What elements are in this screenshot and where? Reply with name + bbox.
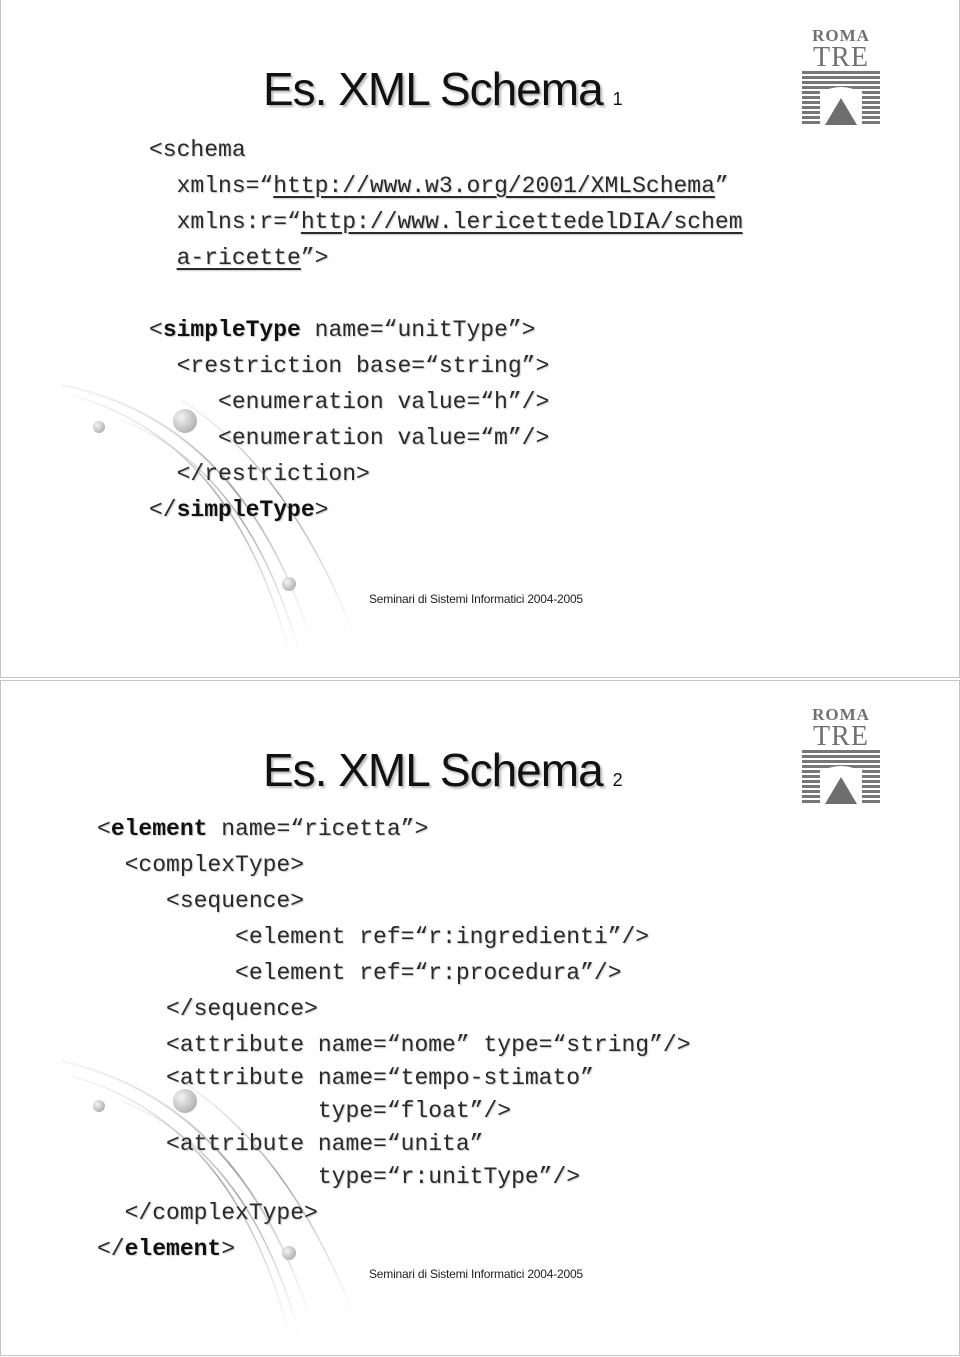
code-url: http://www.lericettedelDIA/schem — [300, 209, 743, 235]
code-line: xmlns:r=“http://www.lericettedelDIA/sche… — [149, 204, 743, 240]
code-text: <element ref=“r:ingredienti”/> — [235, 924, 650, 950]
code-line: </element> — [97, 1231, 691, 1267]
roma-tre-logo: ROMA TRE — [802, 26, 880, 125]
code-block: <schema xmlns=“http://www.w3.org/2001/XM… — [149, 132, 743, 528]
slide-title: Es. XML Schema 2 — [263, 743, 623, 797]
code-text: > — [314, 497, 329, 523]
code-line: <element name=“ricetta”> — [97, 811, 691, 847]
code-line: </simpleType> — [149, 492, 743, 528]
logo-text-tre: TRE — [813, 42, 869, 73]
code-url: a-ricette — [176, 245, 301, 271]
code-line: <sequence> — [97, 883, 691, 919]
code-text: <enumeration value=“m”/> — [218, 425, 550, 451]
code-line: </sequence> — [97, 991, 691, 1027]
code-keyword: element — [124, 1236, 222, 1262]
code-text: <attribute name=“nome” type=“string”/> — [166, 1032, 691, 1058]
code-block: <element name=“ricetta”> <complexType> <… — [97, 811, 691, 1267]
code-text: name=“ricetta”> — [207, 816, 429, 842]
code-text: <schema — [149, 137, 246, 163]
code-text: type=“r:unitType”/> — [317, 1164, 581, 1190]
code-line: <element ref=“r:ingredienti”/> — [97, 919, 691, 955]
slide-title: Es. XML Schema 1 — [263, 62, 623, 116]
code-text: <sequence> — [166, 888, 305, 914]
code-line: <attribute name=“tempo-stimato” — [97, 1063, 691, 1093]
code-text: </complexType> — [124, 1200, 318, 1226]
slide-footer: Seminari di Sistemi Informatici 2004-200… — [369, 592, 583, 606]
code-text: ” — [714, 173, 729, 199]
code-line: <complexType> — [97, 847, 691, 883]
code-line: </complexType> — [97, 1195, 691, 1231]
ball — [282, 577, 296, 591]
code-text: ”> — [300, 245, 329, 271]
slide-footer: Seminari di Sistemi Informatici 2004-200… — [369, 1267, 583, 1281]
code-line: type=“float”/> — [97, 1093, 691, 1129]
code-text: <complexType> — [124, 852, 305, 878]
logo-triangle — [825, 98, 857, 125]
code-line: <simpleType name=“unitType”> — [149, 312, 743, 348]
code-text: < — [97, 816, 111, 842]
code-keyword: element — [110, 816, 208, 842]
logo-text-tre: TRE — [813, 721, 869, 752]
slide-number: 2 — [612, 770, 623, 790]
code-url: http://www.w3.org/2001/XMLSchema — [273, 173, 715, 199]
code-text: xmlns:r=“ — [176, 209, 301, 235]
code-line: type=“r:unitType”/> — [97, 1159, 691, 1195]
logo-triangle — [825, 777, 857, 804]
code-line: </restriction> — [149, 456, 743, 492]
slide-title-text: Es. XML Schema — [263, 63, 604, 115]
slide-number: 1 — [612, 89, 623, 109]
code-text: <attribute name=“tempo-stimato” — [166, 1065, 594, 1091]
code-text: < — [149, 317, 163, 343]
code-text: <restriction base=“string”> — [176, 353, 550, 379]
code-keyword: simpleType — [176, 497, 315, 523]
slide-2: Es. XML Schema 2 ROMA TRE <element name=“… — [0, 680, 960, 1356]
code-keyword: simpleType — [162, 317, 301, 343]
code-text: type=“float”/> — [317, 1098, 512, 1124]
slide-1: Es. XML Schema 1 ROMA TRE <schema xmlns=“… — [0, 0, 960, 678]
code-text: <attribute name=“unita” — [166, 1131, 484, 1157]
code-line: <enumeration value=“h”/> — [149, 384, 743, 420]
code-text: </ — [97, 1236, 125, 1262]
roma-tre-logo: ROMA TRE — [802, 705, 880, 804]
code-text: xmlns=“ — [176, 173, 274, 199]
code-line: xmlns=“http://www.w3.org/2001/XMLSchema” — [149, 168, 743, 204]
code-line: <enumeration value=“m”/> — [149, 420, 743, 456]
code-text: </restriction> — [176, 461, 370, 487]
code-text: > — [221, 1236, 236, 1262]
code-line: <schema — [149, 132, 743, 168]
code-line: <attribute name=“nome” type=“string”/> — [97, 1027, 691, 1063]
ball — [93, 421, 105, 433]
code-line: <restriction base=“string”> — [149, 348, 743, 384]
code-text: </sequence> — [166, 996, 318, 1022]
code-line: a-ricette”> — [149, 240, 743, 276]
code-line: <element ref=“r:procedura”/> — [97, 955, 691, 991]
code-text: </ — [149, 497, 177, 523]
code-line: <attribute name=“unita” — [97, 1129, 691, 1159]
code-text: <element ref=“r:procedura”/> — [235, 960, 622, 986]
code-text: <enumeration value=“h”/> — [218, 389, 550, 415]
slide-title-text: Es. XML Schema — [263, 744, 604, 796]
code-text: name=“unitType”> — [300, 317, 536, 343]
